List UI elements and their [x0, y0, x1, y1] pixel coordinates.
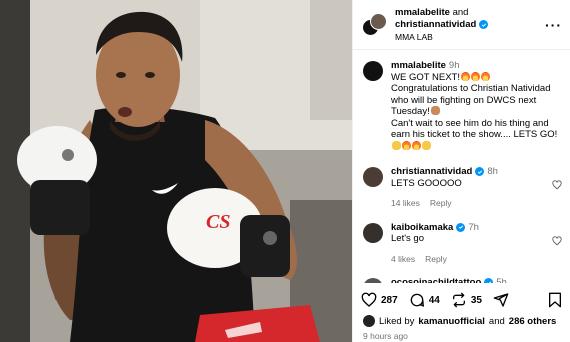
header-conj: and: [452, 6, 469, 18]
comment-1-time[interactable]: 8h: [487, 166, 498, 177]
caption-row: mmalabelite 9h WE GOT NEXT! Congratulatio…: [353, 60, 570, 152]
repost-icon[interactable]: [451, 292, 467, 308]
reposts-count[interactable]: 35: [471, 295, 482, 306]
caption-username[interactable]: mmalabelite: [391, 60, 446, 72]
liked-by-others[interactable]: 286 others: [509, 316, 557, 327]
header-user2-link[interactable]: christiannatividad: [395, 19, 476, 31]
like-comment-heart-icon[interactable]: [552, 180, 562, 190]
comment-icon[interactable]: [409, 292, 425, 308]
heart-icon[interactable]: [361, 292, 377, 308]
location-link[interactable]: MMA LAB: [395, 31, 545, 43]
comment-3-username[interactable]: ocosoinachildtattoo: [391, 277, 481, 283]
comment-1-reply-button[interactable]: Reply: [430, 198, 452, 210]
comment-2-likes[interactable]: 4 likes: [391, 254, 415, 266]
header-user1-link[interactable]: mmalabelite: [395, 7, 450, 18]
comment-button[interactable]: 44: [409, 292, 440, 308]
fire-emoji-icon: [460, 71, 470, 81]
glove-brand-label: CS: [206, 211, 231, 233]
comments-count[interactable]: 44: [429, 295, 440, 306]
verified-badge-icon: [479, 20, 489, 29]
header-usernames: mmalabelite and christiannatividad MMA L…: [395, 7, 545, 43]
avatar-christiannatividad[interactable]: [370, 12, 387, 30]
like-button[interactable]: 287: [361, 292, 398, 308]
comment-3-time[interactable]: 5h: [496, 277, 507, 283]
muscle-emoji-icon: [430, 106, 440, 115]
caption-line2: Congratulations to Christian Natividad w…: [391, 83, 551, 117]
repost-button[interactable]: 35: [451, 292, 482, 308]
post-timestamp[interactable]: 9 hours ago: [363, 331, 408, 341]
post-photo[interactable]: CS: [0, 0, 352, 342]
fighter-photo: [0, 0, 352, 342]
fire-emoji-icon: [470, 71, 480, 81]
post-header: mmalabelite and christiannatividad MMA L…: [353, 0, 570, 50]
comment-row: christiannatividad 8h LETS GOOOOO 14 lik…: [353, 166, 570, 210]
comment-1-text: LETS GOOOOO: [391, 177, 462, 189]
liked-by-avatar[interactable]: [363, 315, 375, 327]
comment-2-time[interactable]: 7h: [468, 222, 479, 233]
pray-emoji-icon: [392, 140, 401, 150]
fire-emoji-icon: [480, 71, 490, 81]
comment-2-username[interactable]: kaiboikamaka: [391, 222, 453, 234]
collab-avatars[interactable]: [362, 12, 387, 37]
avatar-comment-2[interactable]: [363, 222, 383, 243]
verified-badge-icon: [475, 167, 485, 177]
pray-emoji-icon: [422, 140, 431, 150]
fire-emoji-icon: [402, 140, 411, 150]
comment-1-username[interactable]: christiannatividad: [391, 166, 472, 178]
avatar-comment-1[interactable]: [363, 167, 383, 187]
share-button[interactable]: [493, 292, 509, 308]
save-bookmark-icon[interactable]: [548, 292, 562, 308]
more-options-icon[interactable]: ···: [545, 17, 562, 33]
like-comment-heart-icon[interactable]: [552, 235, 562, 246]
avatar-caption[interactable]: [363, 61, 383, 81]
liked-by-prefix: Liked by: [379, 315, 415, 327]
liked-by-line: Liked by kamanuofficial and 286 others: [363, 315, 556, 327]
caption-line3: Can't wait to see him do his thing and e…: [391, 117, 558, 141]
likes-count[interactable]: 287: [381, 295, 398, 306]
comment-row: kaiboikamaka 7h Let's go 4 likes Reply: [353, 222, 570, 266]
comment-2-reply-button[interactable]: Reply: [425, 254, 447, 266]
comment-2-text: Let's go: [391, 233, 424, 244]
liked-by-user[interactable]: kamanuofficial: [418, 316, 485, 327]
comments-list[interactable]: mmalabelite 9h WE GOT NEXT! Congratulatio…: [353, 51, 570, 283]
caption-line1: WE GOT NEXT!: [391, 71, 460, 83]
avatar-comment-3[interactable]: [363, 278, 383, 283]
post-sidebar: mmalabelite and christiannatividad MMA L…: [352, 0, 570, 342]
fire-emoji-icon: [412, 140, 421, 150]
comment-row: ocosoinachildtattoo 5h: [353, 277, 570, 283]
action-bar: 287 44 35: [361, 290, 562, 310]
liked-by-and: and: [488, 315, 505, 327]
verified-badge-icon: [484, 278, 494, 283]
verified-badge-icon: [456, 222, 466, 232]
caption-time[interactable]: 9h: [449, 60, 460, 71]
comment-1-likes[interactable]: 14 likes: [391, 198, 420, 210]
share-paper-plane-icon[interactable]: [493, 292, 509, 308]
